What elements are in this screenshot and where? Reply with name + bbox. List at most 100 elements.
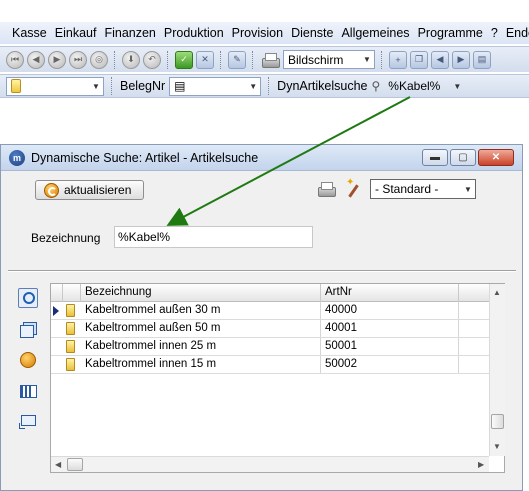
table-row[interactable]: Kabeltrommel innen 25 m 50001 [51, 338, 489, 356]
main-toolbar: ⏮ ◀ ▶ ⏭ ◎ ⬇ ↶ ✓ ✕ ✎ Bildschirm ▼ + ❐ ◀ ▶… [0, 46, 529, 72]
chevron-down-icon: ▼ [453, 81, 462, 91]
chevron-down-icon: ▼ [249, 81, 258, 91]
new-document-icon[interactable]: + [389, 50, 407, 69]
column-header-bezeichnung[interactable]: Bezeichnung [81, 284, 321, 302]
horizontal-scrollbar[interactable]: ◀ ▶ [51, 456, 489, 472]
toolbar-separator [111, 77, 113, 95]
close-button[interactable]: ✕ [478, 149, 514, 166]
cell-bezeichnung: Kabeltrommel innen 25 m [81, 338, 321, 355]
layout-select[interactable]: - Standard - ▼ [370, 179, 476, 199]
toolbar-separator [381, 50, 383, 69]
dialog-title: Dynamische Suche: Artikel - Artikelsuche [31, 150, 259, 165]
toolbar-separator [114, 50, 116, 69]
scroll-left-icon[interactable]: ◀ [55, 460, 61, 469]
table-row[interactable]: Kabeltrommel außen 30 m 40000 [51, 302, 489, 320]
dyn-search-value: %Kabel% [388, 79, 441, 93]
search-dialog: m Dynamische Suche: Artikel - Artikelsuc… [0, 144, 523, 491]
menu-allgemeines[interactable]: Allgemeines [337, 26, 413, 40]
edit-icon[interactable]: ✎ [228, 50, 246, 69]
current-row-icon [53, 306, 59, 316]
table-row[interactable]: Kabeltrommel innen 15 m 50002 [51, 356, 489, 374]
wand-search-icon: ⚲ [371, 79, 381, 93]
popup-icon[interactable] [18, 412, 38, 432]
beleg-number-select[interactable]: ▤ ▼ [169, 76, 262, 96]
refresh-icon[interactable] [20, 352, 36, 368]
menu-bar: Kasse Einkauf Finanzen Produktion Provis… [0, 22, 529, 44]
search-page-icon[interactable] [18, 288, 38, 308]
search-field-label: Bezeichnung [31, 231, 101, 245]
article-icon [66, 358, 75, 371]
undo-icon[interactable]: ↶ [143, 50, 161, 69]
dyn-search-label: DynArtikelsuche [277, 79, 368, 93]
printer-icon[interactable] [260, 52, 280, 68]
article-icon [66, 304, 75, 317]
dialog-toolbar: aktualisieren - Standard - ▼ [1, 171, 522, 211]
side-toolbar [18, 288, 42, 444]
menu-finanzen[interactable]: Finanzen [100, 26, 159, 40]
search-record-icon[interactable]: ◎ [90, 50, 108, 69]
menu-help[interactable]: ? [487, 26, 502, 40]
vertical-scrollbar[interactable]: ▲ ▼ [489, 284, 505, 456]
refresh-button-label: aktualisieren [64, 183, 132, 197]
next-icon[interactable]: ▶ [452, 50, 470, 69]
download-icon[interactable]: ⬇ [122, 50, 140, 69]
menu-einkauf[interactable]: Einkauf [51, 26, 101, 40]
chevron-down-icon: ▼ [92, 81, 100, 91]
menu-kasse[interactable]: Kasse [8, 26, 51, 40]
menu-provision[interactable]: Provision [228, 26, 287, 40]
document-icon[interactable]: ▤ [473, 50, 491, 69]
row-indicator-header [51, 284, 63, 302]
toolbar-separator [167, 50, 169, 69]
output-select[interactable]: Bildschirm ▼ [283, 50, 375, 69]
chevron-down-icon: ▼ [363, 55, 371, 64]
cell-artnr: 40001 [321, 320, 459, 337]
document-icon [11, 79, 21, 94]
layout-select-value: - Standard - [375, 182, 439, 196]
copy-document-icon[interactable]: ❐ [410, 50, 428, 69]
last-record-icon[interactable]: ⏭ [69, 50, 87, 69]
first-record-icon[interactable]: ⏮ [6, 50, 24, 69]
divider [8, 270, 516, 272]
app-logo-icon: m [9, 149, 25, 166]
toolbar-separator [252, 50, 254, 69]
column-header-artnr[interactable]: ArtNr [321, 284, 459, 302]
scroll-up-icon[interactable]: ▲ [493, 288, 501, 297]
minimize-button[interactable]: ▬ [422, 149, 448, 166]
previous-icon[interactable]: ◀ [431, 50, 449, 69]
refresh-button[interactable]: aktualisieren [35, 180, 144, 200]
cell-bezeichnung: Kabeltrommel innen 15 m [81, 356, 321, 373]
cell-artnr: 50002 [321, 356, 459, 373]
magic-wand-icon[interactable] [346, 177, 360, 198]
maximize-button[interactable]: ▢ [450, 149, 476, 166]
menu-programme[interactable]: Programme [414, 26, 487, 40]
scroll-thumb[interactable] [67, 458, 83, 471]
chevron-down-icon: ▼ [464, 184, 472, 194]
icon-column-header [63, 284, 81, 302]
document-type-select[interactable]: ▼ [6, 76, 104, 96]
scroll-right-icon[interactable]: ▶ [478, 460, 484, 469]
dyn-search-select[interactable]: %Kabel% ▼ [384, 77, 464, 96]
next-record-icon[interactable]: ▶ [48, 50, 66, 69]
scroll-thumb[interactable] [491, 414, 504, 429]
print-icon[interactable] [316, 181, 336, 197]
menu-produktion[interactable]: Produktion [160, 26, 228, 40]
cell-artnr: 50001 [321, 338, 459, 355]
copy-window-icon[interactable] [18, 320, 38, 340]
grid-header: Bezeichnung ArtNr [51, 284, 489, 302]
article-icon [66, 322, 75, 335]
search-input[interactable] [114, 226, 313, 248]
output-select-value: Bildschirm [288, 52, 344, 67]
previous-record-icon[interactable]: ◀ [27, 50, 45, 69]
list-icon: ▤ [174, 79, 186, 93]
delete-icon[interactable]: ✕ [196, 50, 214, 69]
cell-bezeichnung: Kabeltrommel außen 30 m [81, 302, 321, 319]
scroll-down-icon[interactable]: ▼ [493, 442, 501, 451]
save-icon[interactable]: ✓ [175, 50, 193, 69]
table-row[interactable]: Kabeltrommel außen 50 m 40001 [51, 320, 489, 338]
results-grid: Bezeichnung ArtNr Kabeltrommel außen 30 … [50, 283, 505, 473]
chart-icon[interactable] [18, 380, 38, 400]
menu-dienste[interactable]: Dienste [287, 26, 337, 40]
article-icon [66, 340, 75, 353]
beleg-label: BelegNr [120, 79, 166, 93]
menu-ende[interactable]: Ende [502, 26, 529, 40]
